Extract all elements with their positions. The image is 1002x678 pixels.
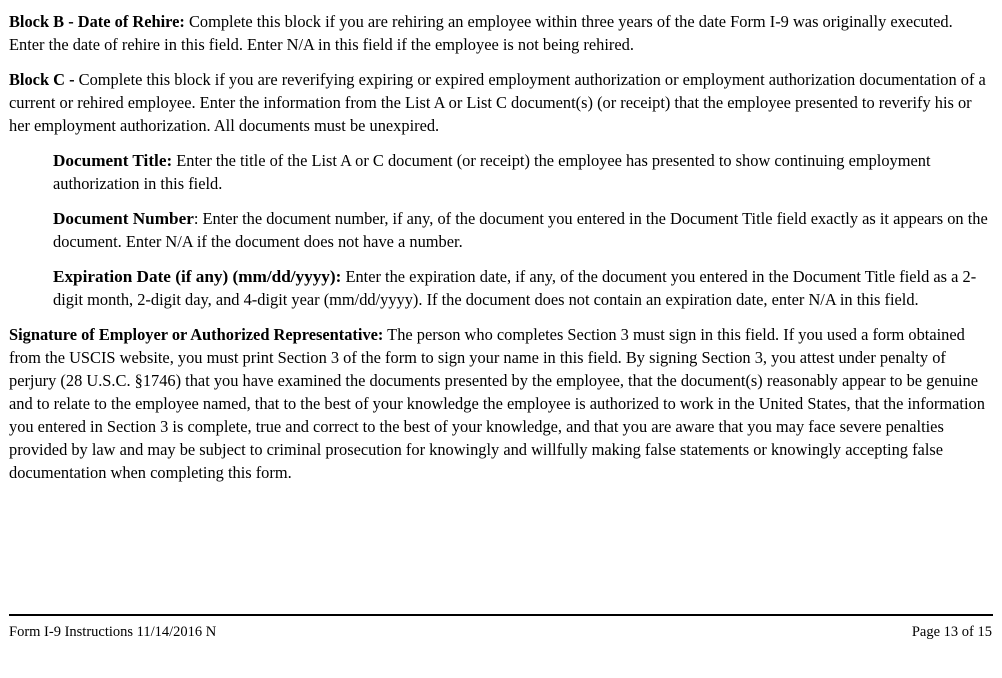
block-b-paragraph: Block B - Date of Rehire: Complete this … (9, 10, 992, 56)
document-number-text: : Enter the document number, if any, of … (53, 209, 988, 251)
expiration-date-heading: Expiration Date (if any) (mm/dd/yyyy): (53, 267, 342, 286)
instructions-body: Block B - Date of Rehire: Complete this … (9, 10, 992, 496)
signature-heading: Signature of Employer or Authorized Repr… (9, 325, 384, 344)
block-c-text: Complete this block if you are reverifyi… (9, 70, 986, 135)
document-title-heading: Document Title: (53, 151, 173, 170)
block-b-heading: Block B - Date of Rehire: (9, 12, 185, 31)
block-c-paragraph: Block C - Complete this block if you are… (9, 68, 992, 137)
block-c-heading: Block C - (9, 70, 75, 89)
document-number-paragraph: Document Number: Enter the document numb… (53, 207, 992, 253)
footer-divider (9, 614, 993, 616)
document-page: Block B - Date of Rehire: Complete this … (0, 0, 1002, 678)
document-title-paragraph: Document Title: Enter the title of the L… (53, 149, 992, 195)
footer-form-label: Form I-9 Instructions 11/14/2016 N (9, 624, 217, 640)
footer-page-number: Page 13 of 15 (911, 624, 992, 640)
document-number-heading: Document Number (53, 209, 194, 228)
expiration-date-paragraph: Expiration Date (if any) (mm/dd/yyyy): E… (53, 265, 992, 311)
signature-text: The person who completes Section 3 must … (9, 325, 985, 482)
document-title-text: Enter the title of the List A or C docum… (53, 151, 931, 193)
signature-paragraph: Signature of Employer or Authorized Repr… (9, 323, 992, 484)
